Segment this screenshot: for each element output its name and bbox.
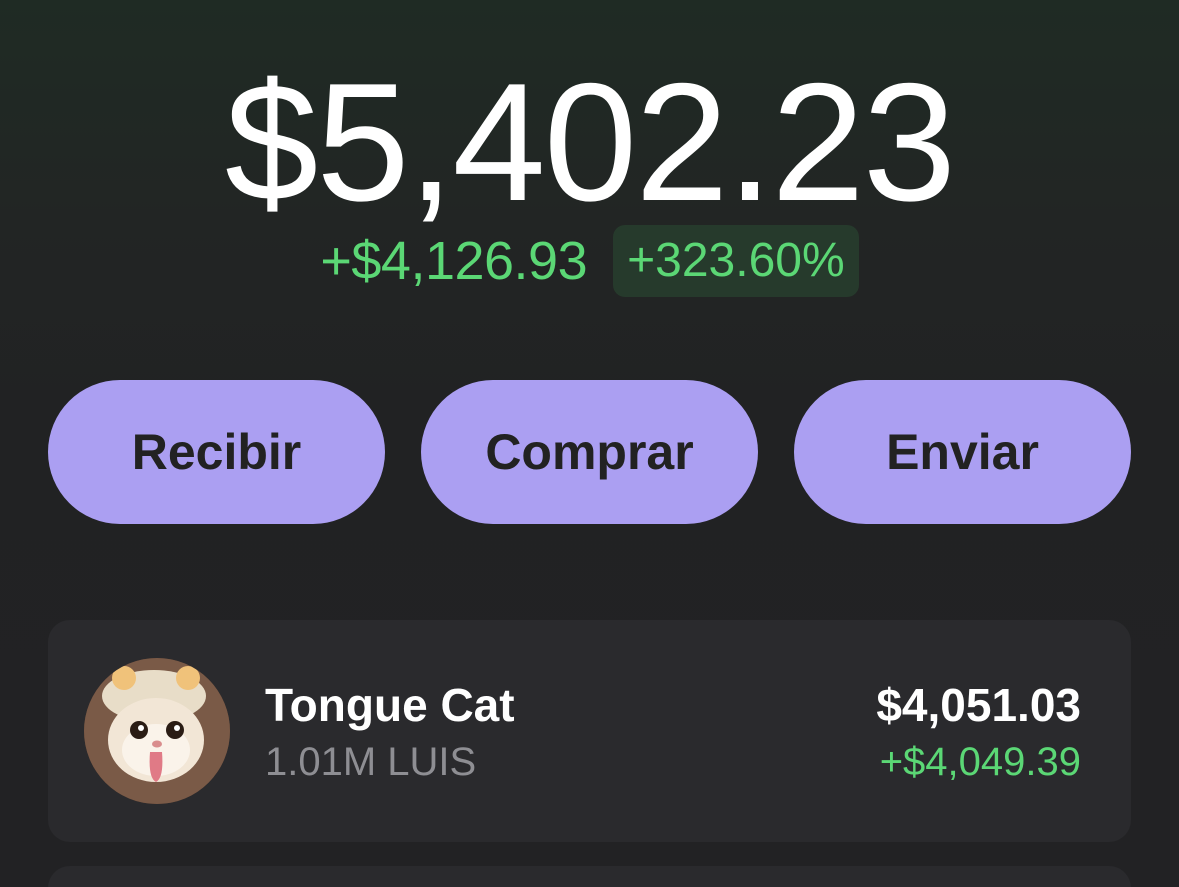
token-amount: 1.01M LUIS: [265, 740, 477, 784]
token-row-tongue-cat[interactable]: Tongue Cat 1.01M LUIS $4,051.03 +$4,049.…: [48, 620, 1131, 842]
token-change: +$4,049.39: [879, 740, 1081, 784]
balance-change-percent-badge: +323.60%: [613, 225, 859, 297]
receive-button[interactable]: Recibir: [48, 380, 385, 524]
tongue-cat-avatar: [84, 658, 230, 804]
action-buttons: Recibir Comprar Enviar: [48, 380, 1131, 524]
wallet-balance: $5,402.23: [224, 48, 956, 236]
token-value: $4,051.03: [876, 679, 1081, 731]
buy-button[interactable]: Comprar: [421, 380, 758, 524]
balance-change-row: +$4,126.93 +323.60%: [0, 224, 1179, 298]
balance-change-amount: +$4,126.93: [320, 231, 588, 291]
token-row-next[interactable]: [48, 866, 1131, 887]
send-button[interactable]: Enviar: [794, 380, 1131, 524]
token-name: Tongue Cat: [265, 679, 515, 731]
